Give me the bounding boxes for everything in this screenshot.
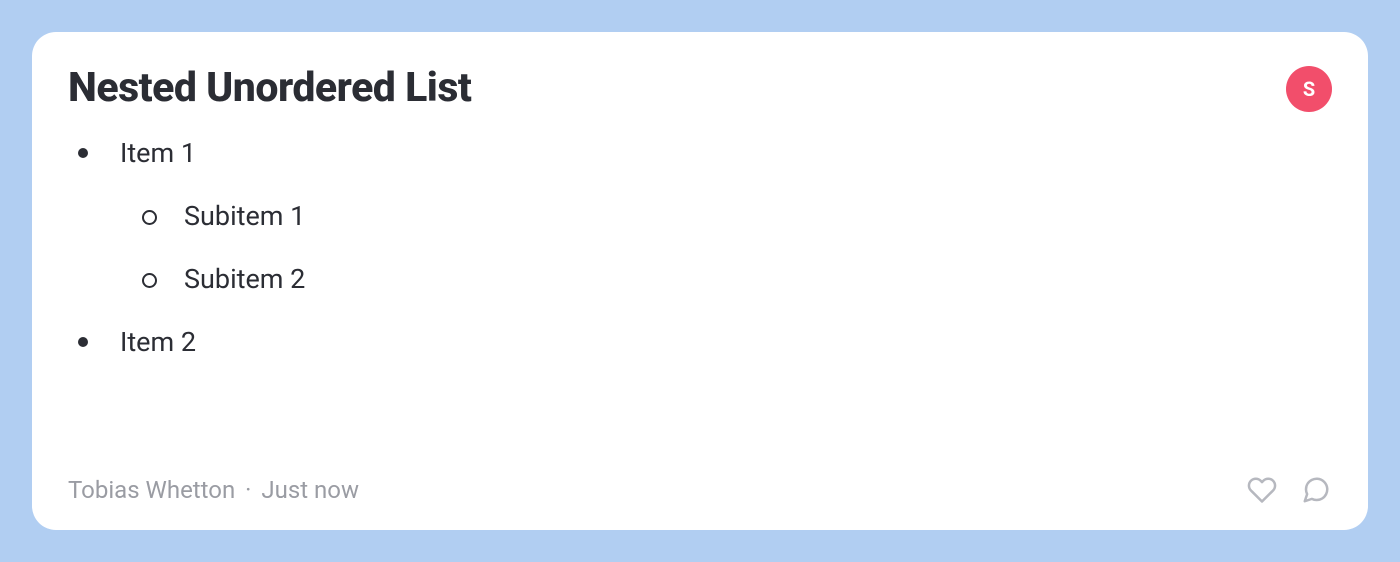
list-item-label: Subitem 2 bbox=[184, 263, 305, 295]
heart-icon bbox=[1247, 475, 1277, 505]
unordered-list: Item 1 Subitem 1 Subitem 2 Item 2 bbox=[68, 136, 1332, 360]
avatar[interactable]: S bbox=[1286, 66, 1332, 112]
list-item-label: Item 2 bbox=[120, 326, 196, 358]
unordered-list-nested: Subitem 1 Subitem 2 bbox=[120, 199, 1332, 297]
like-button[interactable] bbox=[1246, 474, 1278, 506]
author-name[interactable]: Tobias Whetton bbox=[68, 476, 235, 504]
card-title: Nested Unordered List bbox=[68, 64, 471, 112]
post-actions bbox=[1246, 474, 1332, 506]
card-footer: Tobias Whetton · Just now bbox=[68, 474, 1332, 506]
meta-separator: · bbox=[245, 476, 251, 504]
post-card: Nested Unordered List S Item 1 Subitem 1… bbox=[32, 32, 1368, 530]
list-item: Subitem 1 bbox=[132, 199, 1332, 234]
list-item: Item 2 bbox=[68, 325, 1332, 360]
comment-icon bbox=[1301, 475, 1331, 505]
card-header: Nested Unordered List S bbox=[68, 64, 1332, 112]
post-meta: Tobias Whetton · Just now bbox=[68, 476, 359, 504]
post-time: Just now bbox=[261, 476, 359, 504]
comment-button[interactable] bbox=[1300, 474, 1332, 506]
list-item-label: Subitem 1 bbox=[184, 200, 305, 232]
list-item: Subitem 2 bbox=[132, 262, 1332, 297]
list-item-label: Item 1 bbox=[120, 137, 196, 169]
card-content: Item 1 Subitem 1 Subitem 2 Item 2 bbox=[68, 136, 1332, 474]
list-item: Item 1 Subitem 1 Subitem 2 bbox=[68, 136, 1332, 297]
avatar-label: S bbox=[1303, 79, 1315, 99]
